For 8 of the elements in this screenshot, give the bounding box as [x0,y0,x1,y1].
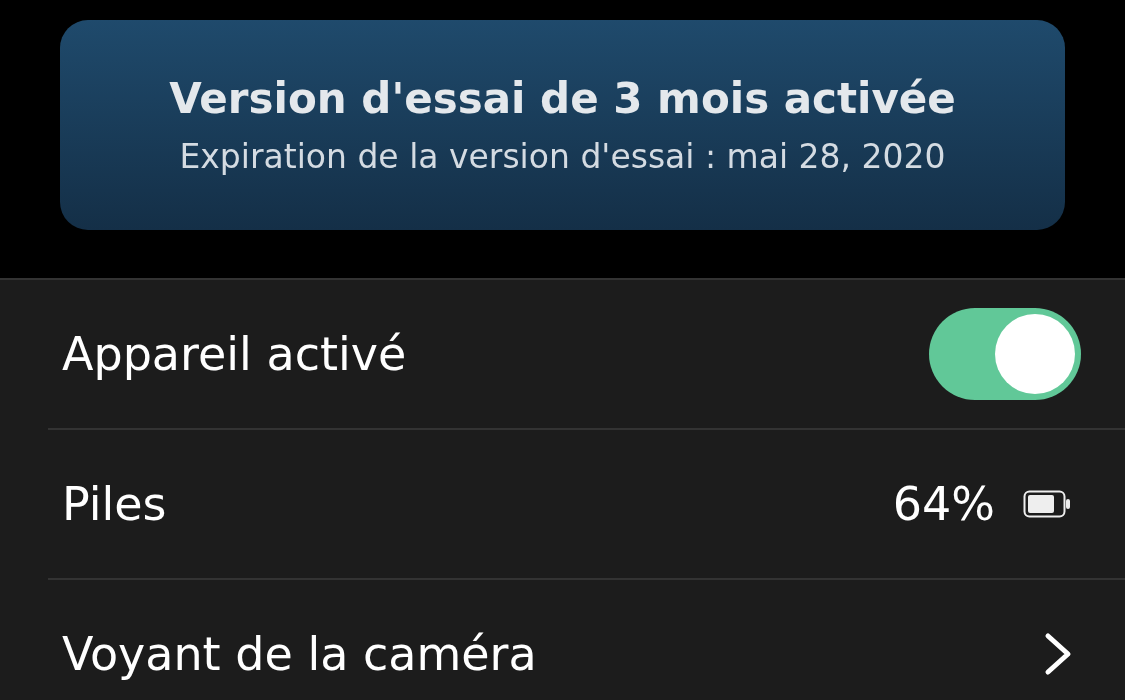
banner-subtitle: Expiration de la version d'essai : mai 28, 2020 [179,137,946,176]
setting-label: Piles [62,477,167,531]
banner-title: Version d'essai de 3 mois activée [169,74,956,123]
battery-percentage: 64% [892,477,995,531]
setting-label: Voyant de la caméra [62,627,537,681]
chevron-icon[interactable] [1043,632,1073,676]
battery-icon [1023,490,1073,518]
setting-label: Appareil activé [62,327,407,381]
